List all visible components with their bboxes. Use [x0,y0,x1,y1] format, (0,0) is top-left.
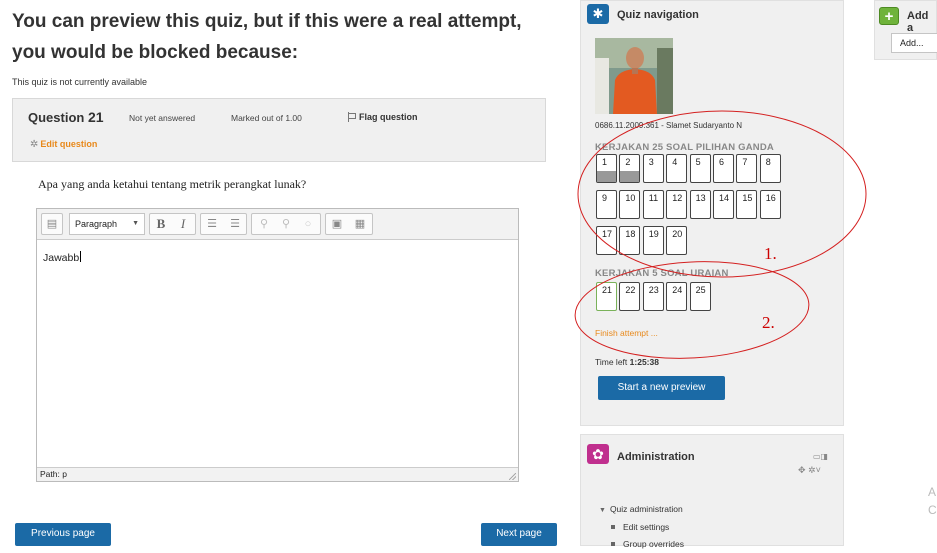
finish-attempt-link[interactable]: Finish attempt ... [595,328,658,338]
triangle-down-icon: ▼ [599,507,606,514]
image-icon[interactable]: ▣ [330,217,344,231]
section-heading-multiple-choice: KERJAKAN 25 SOAL PILIHAN GANDA [595,142,774,153]
section-heading-essay: KERJAKAN 5 SOAL URAIAN [595,268,729,279]
editor-content[interactable]: Jawabb [43,251,81,264]
link-group: ⚲ ⚲ ○ [251,213,321,235]
question-label: Question [28,110,85,125]
user-name: 0686.11.2009.361 - Slamet Sudaryanto N [595,121,743,130]
bullet-icon [611,542,615,546]
bullet-list-icon[interactable]: ☰ [205,217,219,231]
question-nav-button[interactable]: 8 [759,154,781,183]
editor-toolbar: ▤ Paragraph ▼ B I ☰ ☰ ⚲ ⚲ ○ ▣ ▦ [37,209,518,240]
administration-block: ✿ Administration ▭◨ ✥ ✲˅ ▼ Quiz administr… [580,434,844,549]
edit-question-label: Edit question [40,139,98,149]
question-nav-button[interactable]: 6 [713,154,734,183]
tree-root-label: Quiz administration [609,504,683,514]
question-nav-button[interactable]: 4 [666,154,688,183]
preview-blocked-title: You can preview this quiz, but if this w… [12,11,522,63]
question-nav-button[interactable]: 13 [689,190,711,219]
resize-handle-icon[interactable] [509,473,516,480]
question-nav-button[interactable]: 14 [713,190,734,219]
time-left: Time left 1:25:38 [595,357,659,367]
paragraph-format-value: Paragraph [75,219,118,229]
question-nav-button[interactable]: 3 [642,154,664,183]
quiz-navigation-icon: ✱ [587,4,609,24]
question-text: Apa yang anda ketahui tentang metrik per… [38,177,307,191]
edit-question-link[interactable]: ✲ Edit question [30,139,97,150]
question-nav-button[interactable]: 20 [666,226,688,255]
editor-path: Path: p [37,467,518,481]
time-left-label: Time left [595,357,628,367]
tree-root-quiz-administration[interactable]: ▼ Quiz administration [599,501,684,519]
link-icon[interactable]: ⚲ [257,217,271,231]
question-nav-button[interactable]: 17 [596,226,617,255]
add-block-title: Add a [907,10,929,34]
faint-edge-text: AC [928,485,937,517]
question-nav-button[interactable]: 23 [642,282,664,311]
admin-tree: ▼ Quiz administration Edit settings Group… [599,501,684,553]
question-info-box: Question 21 Not yet answered Marked out … [12,98,546,162]
question-number: Question 21 [28,109,104,125]
question-nav-button[interactable]: 24 [666,282,688,311]
question-nav-button[interactable]: 18 [619,226,641,255]
quiz-navigation-title: Quiz navigation [617,9,699,21]
list-group: ☰ ☰ [200,213,247,235]
question-nav-button[interactable]: 10 [619,190,641,219]
user-photo-icon [595,38,673,114]
add-block-select[interactable]: Add... [891,33,937,53]
question-nav-button[interactable]: 7 [736,154,758,183]
flag-icon [347,112,356,122]
question-nav-button[interactable]: 25 [689,282,711,311]
administration-title: Administration [617,451,695,463]
time-left-value: 1:25:38 [629,357,659,367]
media-icon[interactable]: ▦ [353,217,367,231]
question-nav-button[interactable]: 16 [759,190,781,219]
toolbar-toggle-icon: ▤ [46,218,58,230]
tree-item-label: Group overrides [623,539,684,549]
answer-editor: ▤ Paragraph ▼ B I ☰ ☰ ⚲ ⚲ ○ ▣ ▦ Jawabb Pa… [36,208,519,482]
add-block-icon: + [879,7,899,25]
unlink-icon[interactable]: ⚲ [279,217,293,231]
dock-block-icon[interactable]: ▭◨ [813,452,828,461]
question-nav-button[interactable]: 5 [689,154,711,183]
bullet-icon [611,525,615,529]
quiz-navigation-block: ✱ Quiz navigation 0686.11.2009.361 - Sla… [580,0,844,426]
tree-item-group-overrides[interactable]: Group overrides [599,536,684,553]
text-style-group: B I [149,213,196,235]
user-avatar [595,38,673,114]
flag-question-label: Flag question [359,112,418,122]
add-block-panel: + Add a Add... [874,0,937,60]
flag-question-button[interactable]: Flag question [347,112,418,122]
next-page-button[interactable]: Next page [481,523,557,546]
media-group: ▣ ▦ [325,213,373,235]
blocked-reason: This quiz is not currently available [12,77,148,87]
question-nav-button[interactable]: 19 [642,226,664,255]
start-new-preview-button[interactable]: Start a new preview [598,376,725,400]
numbered-list-icon[interactable]: ☰ [228,217,242,231]
question-nav-button[interactable]: 1 [596,154,617,183]
administration-icon: ✿ [587,444,609,464]
question-number-value: 21 [87,109,104,125]
question-nav-button[interactable]: 12 [666,190,688,219]
anchor-icon[interactable]: ○ [301,217,315,231]
italic-icon[interactable]: I [176,217,190,231]
question-nav-button[interactable]: 2 [619,154,641,183]
question-nav-button[interactable]: 15 [736,190,758,219]
chevron-down-icon: ▼ [132,220,139,227]
tree-item-edit-settings[interactable]: Edit settings [599,519,684,536]
question-nav-button[interactable]: 11 [642,190,664,219]
previous-page-button[interactable]: Previous page [15,523,111,546]
paragraph-format-select[interactable]: Paragraph ▼ [69,213,145,235]
bold-icon[interactable]: B [154,217,168,231]
gear-icon: ✲ [30,139,39,150]
question-state: Not yet answered [129,113,196,123]
tree-item-label: Edit settings [623,522,670,532]
move-and-configure-icon[interactable]: ✥ ✲˅ [798,465,821,476]
question-nav-button[interactable]: 22 [619,282,641,311]
question-marks: Marked out of 1.00 [231,113,302,123]
question-nav-button[interactable]: 9 [596,190,617,219]
toolbar-toggle-button[interactable]: ▤ [41,213,63,235]
question-nav-button[interactable]: 21 [596,282,617,311]
